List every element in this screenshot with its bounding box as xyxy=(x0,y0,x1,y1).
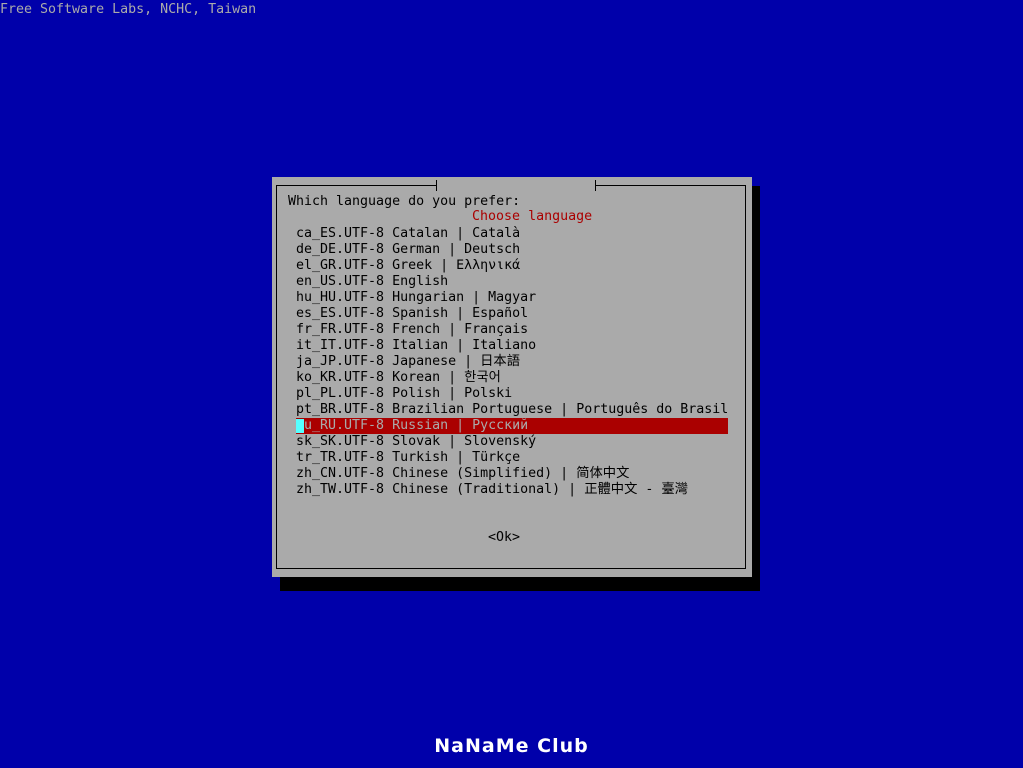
language-item[interactable]: en_US.UTF-8 English xyxy=(296,274,728,290)
language-item-label: hu_HU.UTF-8 Hungarian | Magyar xyxy=(296,290,537,305)
language-item[interactable]: el_GR.UTF-8 Greek | Ελληνικά xyxy=(296,258,728,274)
language-item[interactable]: zh_TW.UTF-8 Chinese (Traditional) | 正體中文… xyxy=(296,482,728,498)
language-item[interactable]: fr_FR.UTF-8 French | Français xyxy=(296,322,728,338)
title-right-tick xyxy=(595,180,597,191)
language-item-label: en_US.UTF-8 English xyxy=(296,274,449,289)
language-item[interactable]: sk_SK.UTF-8 Slovak | Slovenský xyxy=(296,434,728,450)
language-item-label: it_IT.UTF-8 Italian | Italiano xyxy=(296,338,537,353)
title-left-tick xyxy=(436,180,437,191)
ok-button[interactable]: <Ok> xyxy=(488,530,520,546)
language-item-label: pt_BR.UTF-8 Brazilian Portuguese | Portu… xyxy=(296,402,729,417)
language-item-label: ja_JP.UTF-8 Japanese | 日本語 xyxy=(296,354,521,369)
dialog-title-wrap: Choose language xyxy=(436,177,597,224)
language-list[interactable]: ca_ES.UTF-8 Catalan | Català de_DE.UTF-8… xyxy=(296,226,728,498)
language-item[interactable]: tr_TR.UTF-8 Turkish | Türkçe xyxy=(296,450,728,466)
language-item[interactable]: de_DE.UTF-8 German | Deutsch xyxy=(296,242,728,258)
language-item[interactable]: ko_KR.UTF-8 Korean | 한국어 xyxy=(296,370,728,386)
language-item[interactable]: es_ES.UTF-8 Spanish | Español xyxy=(296,306,728,322)
language-item-label: pl_PL.UTF-8 Polish | Polski xyxy=(296,386,513,401)
language-item-label: zh_TW.UTF-8 Chinese (Traditional) | 正體中文… xyxy=(296,482,688,497)
dialog-title: Choose language xyxy=(472,209,593,224)
dialog-prompt: Which language do you prefer: xyxy=(288,194,521,209)
language-item-label: sk_SK.UTF-8 Slovak | Slovenský xyxy=(296,434,537,449)
header-text: Free Software Labs, NCHC, Taiwan xyxy=(0,2,257,17)
naname-club-logo: NaNaMe Club xyxy=(434,735,589,757)
language-item-label: ca_ES.UTF-8 Catalan | Català xyxy=(296,226,521,241)
language-item-label: zh_CN.UTF-8 Chinese (Simplified) | 简体中文 xyxy=(296,466,630,481)
language-item-label: ru_RU.UTF-8 Russian | Русский xyxy=(296,418,529,433)
language-item[interactable]: it_IT.UTF-8 Italian | Italiano xyxy=(296,338,728,354)
language-item[interactable]: ca_ES.UTF-8 Catalan | Català xyxy=(296,226,728,242)
text-cursor xyxy=(296,419,304,433)
language-item[interactable]: pt_BR.UTF-8 Brazilian Portuguese | Portu… xyxy=(296,402,728,418)
language-dialog: Choose language Which language do you pr… xyxy=(272,177,752,577)
language-item[interactable]: pl_PL.UTF-8 Polish | Polski xyxy=(296,386,728,402)
language-item-label: ko_KR.UTF-8 Korean | 한국어 xyxy=(296,370,501,385)
language-item-label: el_GR.UTF-8 Greek | Ελληνικά xyxy=(296,258,521,273)
language-item-label: tr_TR.UTF-8 Turkish | Türkçe xyxy=(296,450,521,465)
language-item[interactable]: ja_JP.UTF-8 Japanese | 日本語 xyxy=(296,354,728,370)
language-item[interactable]: hu_HU.UTF-8 Hungarian | Magyar xyxy=(296,290,728,306)
language-item-label: es_ES.UTF-8 Spanish | Español xyxy=(296,306,529,321)
language-item-selected[interactable]: ru_RU.UTF-8 Russian | Русский xyxy=(296,418,728,434)
language-item-label: de_DE.UTF-8 German | Deutsch xyxy=(296,242,521,257)
language-item-label: fr_FR.UTF-8 French | Français xyxy=(296,322,529,337)
language-item[interactable]: zh_CN.UTF-8 Chinese (Simplified) | 简体中文 xyxy=(296,466,728,482)
